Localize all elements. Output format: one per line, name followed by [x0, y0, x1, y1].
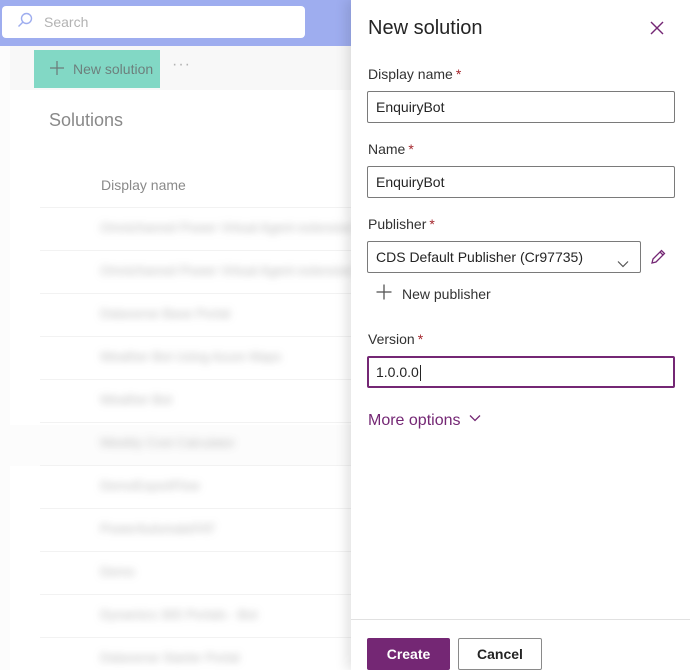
name-label: Name *	[368, 141, 414, 157]
required-mark: *	[455, 66, 462, 82]
required-mark: *	[408, 141, 414, 157]
chevron-down-icon	[616, 251, 630, 268]
close-icon	[648, 21, 666, 41]
name-field[interactable]: EnquiryBot	[367, 166, 675, 198]
edit-publisher-button[interactable]	[649, 248, 667, 266]
create-button[interactable]: Create	[367, 638, 450, 670]
more-options-toggle[interactable]: More options	[368, 411, 482, 430]
publisher-label: Publisher *	[368, 216, 435, 232]
version-field[interactable]: 1.0.0.0	[367, 356, 675, 388]
publisher-label-text: Publisher	[368, 216, 427, 232]
display-name-label-text: Display name	[368, 66, 453, 82]
publisher-dropdown[interactable]: CDS Default Publisher (Cr97735)	[367, 241, 641, 273]
chevron-down-icon	[461, 411, 482, 430]
panel-footer: Create Cancel	[351, 619, 690, 670]
background-app: Search New solution ··· Solutions Displa…	[0, 0, 352, 670]
pencil-icon	[649, 249, 667, 270]
display-name-field[interactable]: EnquiryBot	[367, 91, 675, 123]
text-caret	[419, 365, 421, 382]
modal-overlay	[0, 0, 352, 670]
close-button[interactable]	[648, 19, 668, 39]
new-publisher-button[interactable]: New publisher	[375, 283, 491, 304]
required-mark: *	[429, 216, 435, 232]
name-label-text: Name	[368, 141, 406, 157]
new-solution-panel: New solution Display name * EnquiryBot Na…	[351, 0, 690, 670]
version-value: 1.0.0.0	[376, 364, 419, 380]
panel-title: New solution	[368, 17, 483, 39]
publisher-selected-value: CDS Default Publisher (Cr97735)	[376, 249, 583, 265]
display-name-label: Display name *	[368, 66, 461, 82]
version-label-text: Version	[368, 331, 415, 347]
more-options-label: More options	[368, 411, 461, 429]
new-publisher-label: New publisher	[402, 285, 491, 302]
plus-icon	[375, 283, 402, 304]
version-label: Version *	[368, 331, 423, 347]
required-mark: *	[417, 331, 424, 347]
cancel-button[interactable]: Cancel	[458, 638, 542, 670]
